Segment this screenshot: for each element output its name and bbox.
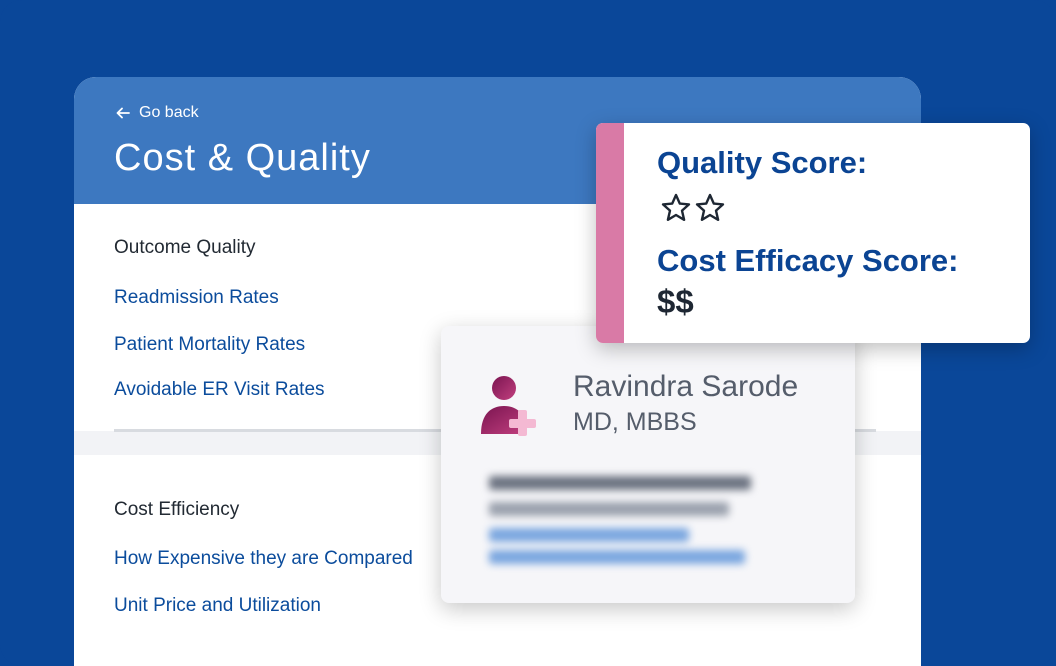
section-title-outcome-quality: Outcome Quality	[114, 237, 256, 258]
doctor-profile-card[interactable]: Ravindra Sarode MD, MBBS	[441, 326, 855, 603]
score-card: Quality Score: Cost Efficacy Score: $$	[596, 123, 1030, 343]
link-readmission-rates[interactable]: Readmission Rates	[114, 287, 279, 309]
doctor-credentials: MD, MBBS	[573, 408, 697, 436]
cost-efficacy-score-label: Cost Efficacy Score:	[657, 243, 959, 278]
star-outline-icon	[695, 193, 725, 221]
link-unit-price-utilization[interactable]: Unit Price and Utilization	[114, 595, 321, 617]
arrow-left-icon	[116, 107, 130, 119]
link-how-expensive-compared[interactable]: How Expensive they are Compared	[114, 548, 413, 570]
quality-star-rating	[660, 192, 726, 224]
quality-score-label: Quality Score:	[657, 145, 868, 180]
score-card-accent	[596, 123, 624, 343]
page-title: Cost & Quality	[114, 137, 371, 179]
go-back-button[interactable]: Go back	[115, 104, 199, 122]
app-frame: Go back Cost & Quality Outcome Quality R…	[0, 0, 1056, 666]
cost-efficacy-score-value: $$	[657, 283, 694, 320]
doctor-name: Ravindra Sarode	[573, 370, 799, 403]
section-title-cost-efficiency: Cost Efficiency	[114, 499, 240, 520]
blurred-details	[489, 476, 751, 576]
link-patient-mortality-rates[interactable]: Patient Mortality Rates	[114, 334, 305, 356]
doctor-plus-icon	[481, 376, 536, 436]
link-avoidable-er-visit-rates[interactable]: Avoidable ER Visit Rates	[114, 379, 325, 401]
go-back-label: Go back	[139, 104, 199, 121]
star-outline-icon	[661, 193, 691, 221]
